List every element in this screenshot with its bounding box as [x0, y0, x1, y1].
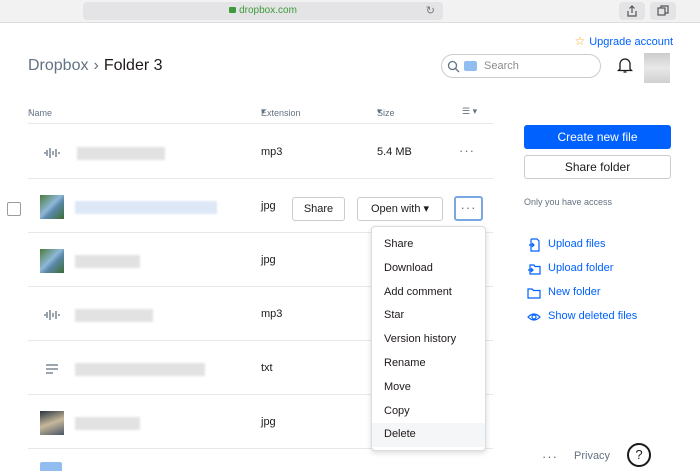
- text-file-icon: [40, 357, 64, 381]
- privacy-link[interactable]: Privacy: [574, 450, 610, 462]
- open-with-button[interactable]: Open with ▾: [357, 197, 443, 221]
- view-options-icon[interactable]: ☰ ▾: [462, 106, 477, 117]
- upgrade-account-link[interactable]: ☆ Upgrade account: [574, 34, 673, 48]
- file-name-redacted: [75, 201, 217, 214]
- file-size: 5.4 MB: [377, 146, 412, 158]
- audio-file-icon: [40, 141, 64, 165]
- tabs-icon: [657, 5, 669, 16]
- folder-scope-icon: [464, 61, 477, 71]
- url-text: dropbox.com: [239, 5, 297, 16]
- share-button[interactable]: Share: [292, 197, 345, 221]
- search-input[interactable]: Search: [441, 54, 601, 78]
- table-row[interactable]: mp3 5.4 MB ···: [28, 126, 493, 179]
- browser-toolbar: dropbox.com ↻: [0, 0, 700, 23]
- footer-more-button[interactable]: ···: [542, 449, 558, 464]
- audio-file-icon: [40, 303, 64, 327]
- file-extension: mp3: [261, 308, 283, 320]
- file-extension: jpg: [261, 254, 276, 266]
- more-actions-button[interactable]: ···: [454, 196, 483, 221]
- file-name-redacted: [75, 417, 140, 430]
- create-new-file-button[interactable]: Create new file: [524, 125, 671, 149]
- star-icon: ☆: [574, 34, 586, 48]
- share-page-button[interactable]: [619, 2, 645, 20]
- size-column-header[interactable]: Size ▾: [377, 106, 395, 118]
- menu-item-delete[interactable]: Delete: [372, 423, 485, 448]
- file-extension: jpg: [261, 416, 276, 428]
- page-title: Folder 3: [103, 57, 163, 74]
- file-name-redacted: [77, 147, 165, 160]
- share-arrow-icon: [627, 5, 637, 17]
- file-extension: txt: [261, 362, 273, 374]
- menu-item-download[interactable]: Download: [372, 257, 485, 281]
- image-thumbnail: [40, 195, 64, 219]
- menu-item-move[interactable]: Move: [372, 376, 485, 400]
- image-thumbnail: [40, 411, 64, 435]
- breadcrumb-root[interactable]: Dropbox: [28, 57, 88, 74]
- menu-item-add-comment[interactable]: Add comment: [372, 281, 485, 305]
- menu-item-version-history[interactable]: Version history: [372, 328, 485, 352]
- breadcrumb: Dropbox › Folder 3: [28, 57, 163, 75]
- help-icon[interactable]: ?: [627, 443, 651, 467]
- share-folder-button[interactable]: Share folder: [524, 155, 671, 179]
- row-checkbox[interactable]: [7, 202, 21, 216]
- file-table-header: Name ↑ Extension ▾ Size ▾ ☰ ▾: [28, 104, 493, 124]
- new-folder-icon: [527, 288, 541, 299]
- folder-icon: [40, 462, 62, 471]
- search-icon: [447, 60, 460, 73]
- upload-folder-icon: [528, 264, 541, 275]
- access-status: Only you have access: [524, 197, 613, 207]
- breadcrumb-separator: ›: [93, 57, 99, 74]
- upload-file-icon: [529, 238, 540, 252]
- avatar[interactable]: [644, 53, 670, 83]
- file-name-redacted: [75, 255, 140, 268]
- reload-icon[interactable]: ↻: [426, 2, 435, 20]
- menu-item-rename[interactable]: Rename: [372, 352, 485, 376]
- tabs-button[interactable]: [650, 2, 676, 20]
- eye-icon: [527, 313, 541, 321]
- search-placeholder: Search: [484, 60, 519, 72]
- file-extension: jpg: [261, 200, 276, 212]
- notification-bell-icon[interactable]: [617, 57, 633, 74]
- extension-column-header[interactable]: Extension ▾: [261, 106, 301, 118]
- image-thumbnail: [40, 249, 64, 273]
- upgrade-label: Upgrade account: [589, 36, 673, 48]
- row-more-button[interactable]: ···: [459, 143, 475, 158]
- lock-icon: [229, 7, 237, 13]
- file-name-redacted: [75, 309, 153, 322]
- menu-item-share[interactable]: Share: [372, 233, 485, 257]
- menu-item-copy[interactable]: Copy: [372, 400, 485, 424]
- menu-item-star[interactable]: Star: [372, 304, 485, 328]
- name-column-header[interactable]: Name ↑: [28, 106, 52, 118]
- more-actions-menu: Share Download Add comment Star Version …: [371, 226, 486, 451]
- file-name-redacted: [75, 363, 205, 376]
- address-bar[interactable]: dropbox.com ↻: [83, 2, 443, 20]
- file-extension: mp3: [261, 146, 283, 158]
